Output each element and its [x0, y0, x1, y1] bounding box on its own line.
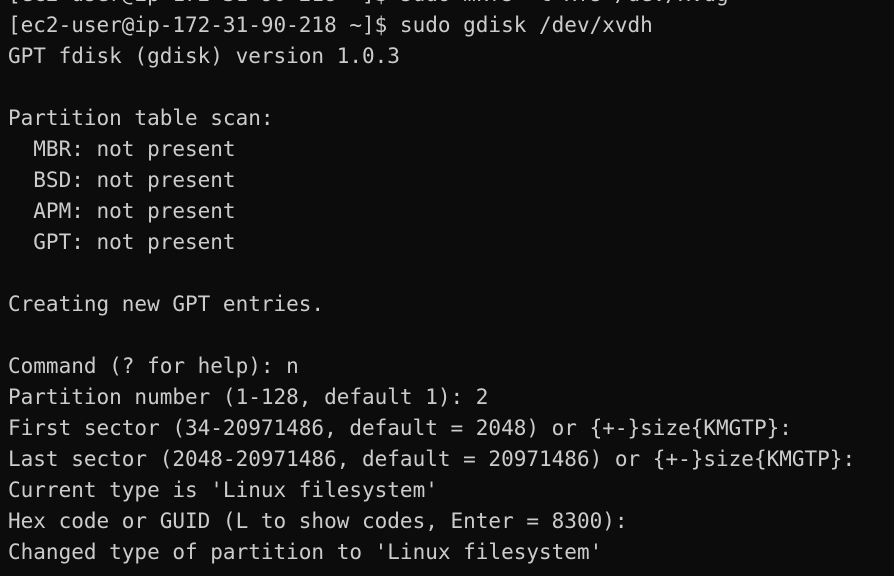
terminal-line: Command (? for help): n — [8, 354, 299, 378]
terminal-line: Creating new GPT entries. — [8, 292, 325, 316]
terminal-line: [ec2-user@ip-172-31-90-218 ~]$ sudo mkfs… — [8, 0, 894, 10]
terminal-window[interactable]: [ec2-user@ip-172-31-90-218 ~]$ sudo mkfs… — [0, 0, 894, 576]
terminal-line: Changed type of partition to 'Linux file… — [8, 540, 603, 564]
terminal-line: First sector (34-20971486, default = 204… — [8, 416, 792, 440]
terminal-line: [ec2-user@ip-172-31-90-218 ~]$ sudo gdis… — [8, 13, 653, 37]
terminal-line: APM: not present — [8, 199, 236, 223]
terminal-line: GPT: not present — [8, 230, 236, 254]
terminal-line: Partition number (1-128, default 1): 2 — [8, 385, 489, 409]
terminal-line: BSD: not present — [8, 168, 236, 192]
terminal-line: MBR: not present — [8, 137, 236, 161]
terminal-line: GPT fdisk (gdisk) version 1.0.3 — [8, 44, 400, 68]
terminal-line: Partition table scan: — [8, 106, 274, 130]
terminal-line: Current type is 'Linux filesystem' — [8, 478, 438, 502]
terminal-line: Last sector (2048-20971486, default = 20… — [8, 447, 856, 471]
terminal-output: [ec2-user@ip-172-31-90-218 ~]$ sudo mkfs… — [8, 0, 894, 568]
terminal-line: Hex code or GUID (L to show codes, Enter… — [8, 509, 628, 533]
